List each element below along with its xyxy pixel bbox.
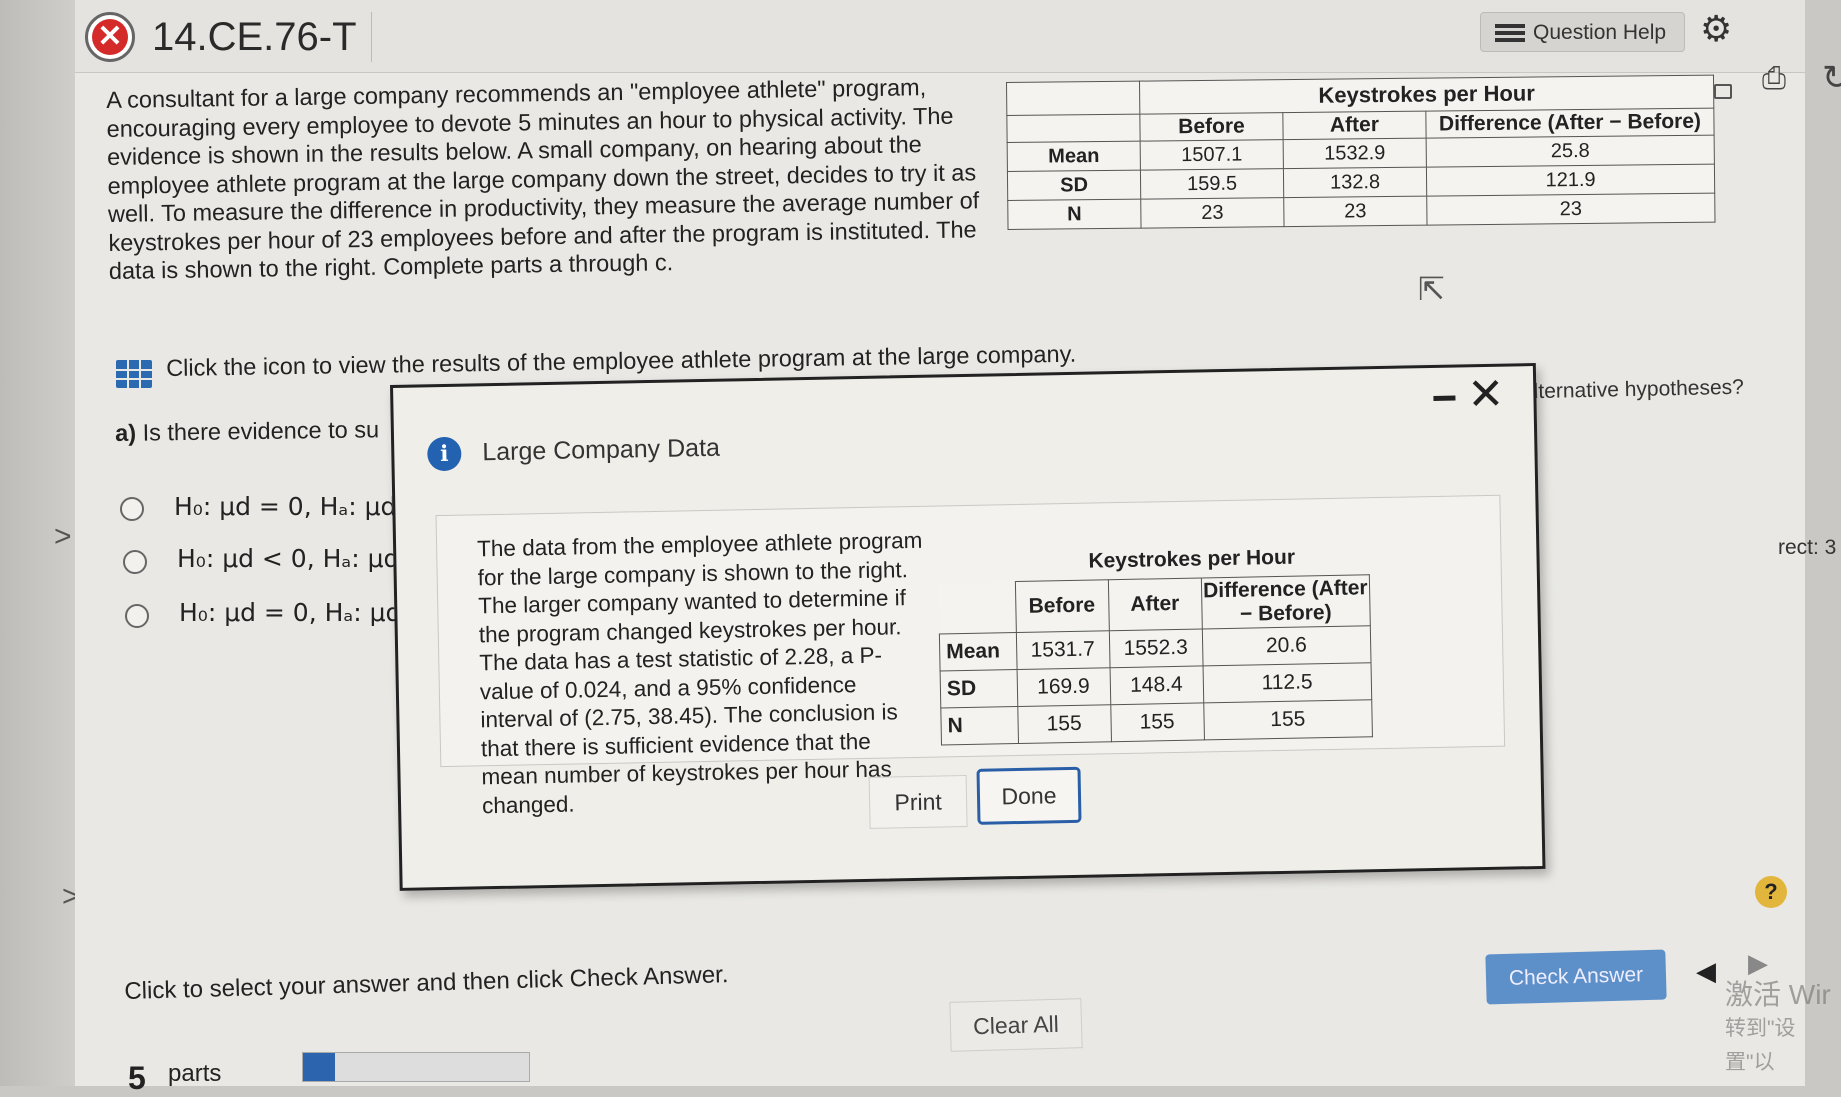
option-radio-3[interactable] xyxy=(125,604,149,628)
dialog-title: Large Company Data xyxy=(482,433,721,467)
parts-count: 5 xyxy=(128,1060,146,1096)
dialog-description: The data from the employee athlete progr… xyxy=(476,527,923,818)
done-button[interactable]: Done xyxy=(976,766,1082,825)
part-a-question-tail: alternative hypotheses? xyxy=(1521,375,1745,404)
incorrect-icon: ✕ xyxy=(85,12,135,62)
refresh-icon[interactable]: ↻ xyxy=(1822,58,1841,98)
close-icon[interactable]: ✕ xyxy=(1467,369,1505,421)
parts-label: parts xyxy=(168,1060,222,1087)
watermark-line-1: 激活 Wir xyxy=(1725,979,1831,1010)
problem-statement: A consultant for a large company recomme… xyxy=(106,74,980,284)
small-company-table: Keystrokes per Hour Before After Differe… xyxy=(1006,74,1716,230)
gear-icon[interactable]: ⚙ xyxy=(1700,8,1732,50)
check-answer-button[interactable]: Check Answer xyxy=(1485,949,1667,1005)
mouse-cursor-icon: ⇱ xyxy=(1418,271,1445,307)
data-table-icon[interactable] xyxy=(116,360,152,388)
col-header-after: After xyxy=(1282,111,1427,140)
activation-watermark: 激活 Wir 转到"设置"以 xyxy=(1725,978,1841,1080)
print-button[interactable]: Print xyxy=(868,775,968,829)
watermark-line-2: 转到"设置"以 xyxy=(1725,1017,1796,1074)
print-icon[interactable]: ⎙ xyxy=(1762,62,1786,96)
minimize-icon[interactable] xyxy=(1433,395,1456,401)
option-radio-1[interactable] xyxy=(120,497,144,521)
part-a-question: a) Is there evidence to su xyxy=(115,416,379,447)
col-header-difference: Difference (After − Before) xyxy=(1425,108,1715,139)
option-radio-2[interactable] xyxy=(123,550,147,574)
large-company-data-dialog: i Large Company Data ✕ The data from the… xyxy=(390,362,1546,891)
score-text: rect: 3 xyxy=(1778,536,1837,559)
col-header-before: Before xyxy=(1014,579,1109,633)
clear-all-button[interactable]: Clear All xyxy=(949,998,1083,1052)
progress-fill xyxy=(303,1053,335,1081)
part-a-label: a) xyxy=(115,419,137,446)
question-help-button[interactable]: Question Help xyxy=(1480,12,1685,52)
large-company-table: Keystrokes per Hour Before After Differe… xyxy=(937,538,1373,746)
option-label-3: H₀: μd = 0, Hₐ: μd < xyxy=(179,598,431,627)
table-row: N 155 155 155 xyxy=(940,699,1373,745)
question-id: 14.CE.76-T xyxy=(152,12,372,62)
part-a-text: Is there evidence to su xyxy=(142,416,380,446)
next-arrow-icon[interactable]: ▶ xyxy=(1748,948,1768,979)
option-label-1: H₀: μd = 0, Hₐ: μd ≠ xyxy=(174,492,426,521)
dialog-content: The data from the employee athlete progr… xyxy=(435,494,1506,818)
list-icon xyxy=(1495,24,1525,42)
previous-arrow-icon[interactable]: ◀ xyxy=(1696,956,1716,987)
col-header-before: Before xyxy=(1139,112,1284,142)
info-icon: i xyxy=(427,436,462,472)
col-header-after: After xyxy=(1107,577,1202,631)
parts-progress-bar xyxy=(302,1052,530,1082)
option-label-2: H₀: μd < 0, Hₐ: μd = xyxy=(177,544,429,573)
popout-icon[interactable] xyxy=(1714,84,1732,99)
help-icon[interactable]: ? xyxy=(1755,876,1787,908)
chevron-right-icon[interactable]: > xyxy=(54,520,72,554)
col-header-difference: Difference (After − Before) xyxy=(1200,574,1371,629)
question-help-label: Question Help xyxy=(1533,21,1667,44)
